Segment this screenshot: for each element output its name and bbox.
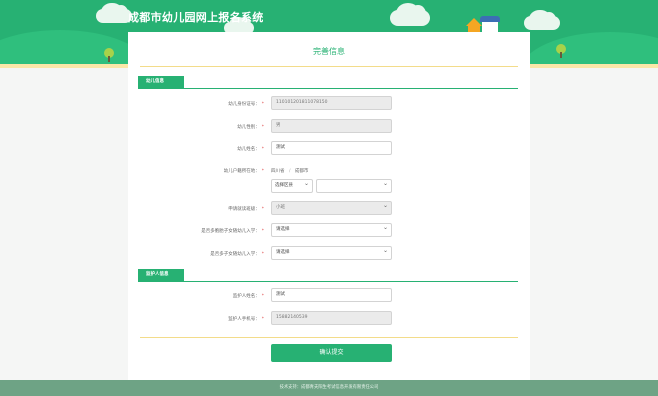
tree-icon [104,48,114,62]
label-text: 监护人姓名： [232,294,260,299]
required-mark: * [261,102,264,107]
title-divider [140,66,518,67]
district-detail-select[interactable] [316,178,392,193]
label-text: 幼儿性别： [237,125,260,130]
page-title: 完善信息 [313,47,345,56]
child-gender-label: 幼儿性别： * [237,124,264,130]
multi-birth-label: 是否多胞胎子女随幼儿入学： * [201,228,264,234]
info-form-card: 完善信息 幼儿信息 幼儿身份证号： * 110101201811078150 幼儿… [128,32,530,380]
multi-birth-select[interactable]: 请选择 [271,222,392,237]
submit-divider [140,337,518,338]
hukou-city: 成都市 [294,169,309,174]
child-id-field: 110101201811078150 [271,96,392,110]
guardian-phone-field: 15882140539 [271,311,392,325]
submit-button[interactable]: 确认提交 [271,344,392,362]
child-name-label: 幼儿姓名： * [237,146,264,152]
required-mark: * [261,229,264,234]
label-text: 幼儿姓名： [237,147,260,152]
cloud-decoration [390,2,430,26]
grade-label: 申请就读班级： * [228,206,264,212]
guardian-name-label: 监护人姓名： * [233,293,264,299]
child-hukou-label: 幼儿户籍所在地： * [224,168,264,174]
district-select[interactable]: 选择区县 [271,178,313,193]
label-text: 幼儿身份证号： [228,102,260,107]
required-mark: * [261,317,264,322]
label-text: 监护人手机号： [228,317,260,322]
cloud-decoration [96,2,132,23]
multi-child-select[interactable]: 请选择 [271,245,392,260]
section-tab-guardian: 监护人信息 [138,269,184,281]
footer: 技术支持：成都青夫阳生考试信息开发有限责任公司 [0,380,658,396]
cloud-decoration [524,9,560,30]
required-mark: * [261,252,264,257]
label-text: 幼儿户籍所在地： [223,169,260,174]
required-mark: * [261,125,264,130]
section-divider [138,281,518,282]
label-text: 是否多胞胎子女随幼儿入学： [201,229,260,234]
required-mark: * [261,169,264,174]
child-id-label: 幼儿身份证号： * [228,101,264,107]
footer-text: 技术支持：成都青夫阳生考试信息开发有限责任公司 [279,385,379,390]
required-mark: * [261,294,264,299]
site-title: 成都市幼儿园网上报名系统 [128,11,264,24]
required-mark: * [261,147,264,152]
label-text: 申请就读班级： [228,207,260,212]
section-divider [138,88,518,89]
required-mark: * [261,207,264,212]
banner-hill [520,32,658,64]
child-name-input[interactable]: 测试 [271,141,392,155]
child-gender-field: 男 [271,119,392,133]
guardian-phone-label: 监护人手机号： * [228,316,264,322]
tree-icon [556,44,566,58]
guardian-name-input[interactable]: 测试 [271,288,392,302]
label-text: 是否多子女随幼儿入学： [210,252,260,257]
multi-child-label: 是否多子女随幼儿入学： * [210,251,264,257]
grade-select: 小班 [271,200,392,215]
section-tab-child: 幼儿信息 [138,76,184,88]
hukou-province: 四川省 [271,169,285,174]
hukou-region-cascader[interactable]: 四川省 / 成都市 [271,168,308,174]
hukou-separator: / [288,169,291,174]
